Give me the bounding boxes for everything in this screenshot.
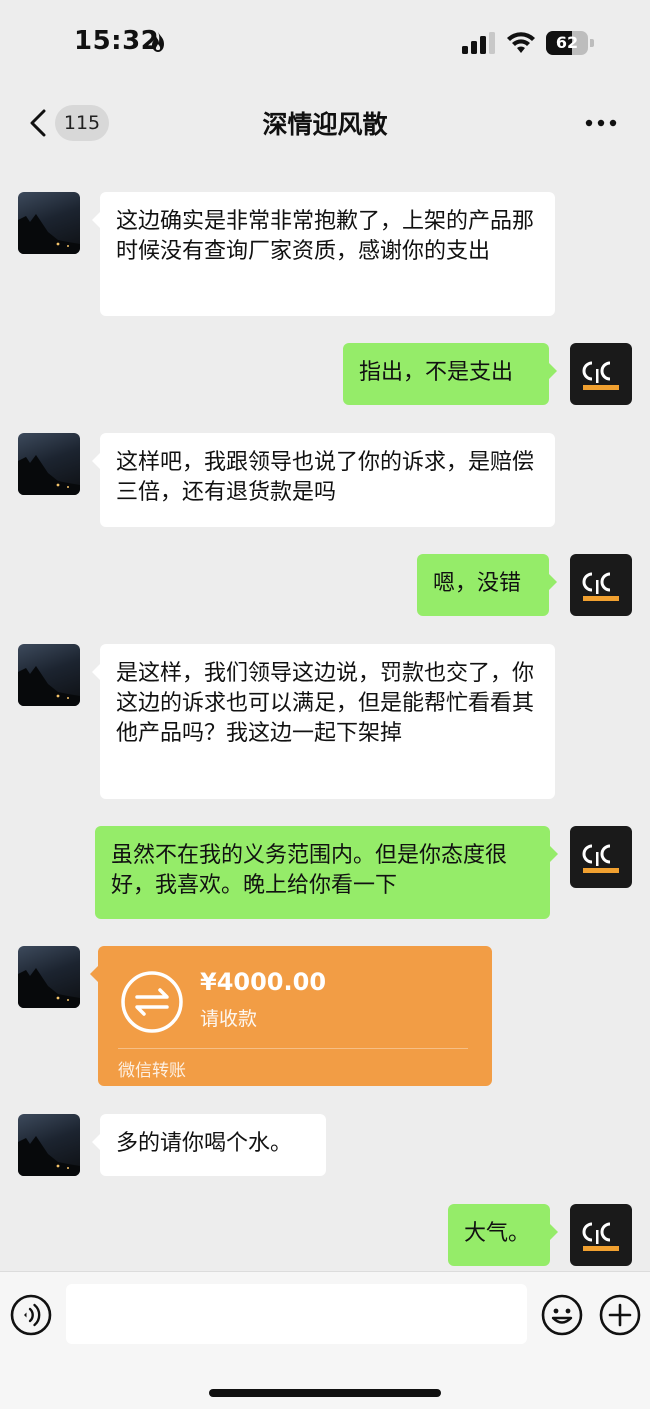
transfer-amount: ¥4000.00: [200, 968, 327, 996]
contact-avatar[interactable]: [18, 433, 80, 495]
input-bar: [0, 1271, 650, 1409]
transfer-label: 微信转账: [118, 1061, 186, 1081]
plus-icon[interactable]: [599, 1294, 641, 1336]
battery-icon: 62: [546, 31, 594, 55]
message-bubble[interactable]: 这边确实是非常非常抱歉了，上架的产品那时候没有查询厂家资质，感谢你的支出: [92, 192, 555, 316]
transfer-status: 请收款: [200, 1008, 258, 1030]
message-bubble[interactable]: 嗯，没错: [417, 554, 557, 616]
contact-avatar[interactable]: [18, 946, 80, 1008]
message-bubble[interactable]: 虽然不在我的义务范围内。但是你态度很好，我喜欢。晚上给你看一下: [95, 826, 558, 919]
message-bubble[interactable]: 大气。: [448, 1204, 558, 1266]
transfer-card[interactable]: ¥4000.00 请收款 微信转账: [90, 946, 492, 1086]
contact-avatar[interactable]: [18, 644, 80, 706]
message-bubble[interactable]: 指出，不是支出: [343, 343, 557, 405]
more-icon[interactable]: [584, 110, 618, 136]
status-time: 15:32: [74, 26, 160, 56]
message-bubble[interactable]: 是这样，我们领导这边说，罚款也交了，你这边的诉求也可以满足，但是能帮忙看看其他产…: [92, 644, 555, 799]
message-bubble[interactable]: 这样吧，我跟领导也说了你的诉求，是赔偿三倍，还有退货款是吗: [92, 433, 555, 527]
signal-icon: [462, 32, 495, 54]
status-bar: 15:32 62: [0, 0, 650, 90]
emoji-icon[interactable]: [541, 1294, 583, 1336]
self-avatar[interactable]: [570, 554, 632, 616]
flame-icon: [152, 32, 164, 52]
transfer-icon: [121, 971, 183, 1033]
contact-avatar[interactable]: [18, 1114, 80, 1176]
voice-icon[interactable]: [10, 1294, 52, 1336]
wifi-icon: [507, 32, 535, 53]
message-bubble[interactable]: 多的请你喝个水。: [92, 1114, 326, 1176]
contact-avatar[interactable]: [18, 192, 80, 254]
message-list: 这边确实是非常非常抱歉了，上架的产品那时候没有查询厂家资质，感谢你的支出 指出，…: [0, 170, 650, 1270]
home-indicator: [209, 1389, 441, 1397]
chat-title: 深情迎风散: [262, 110, 388, 139]
self-avatar[interactable]: [570, 1204, 632, 1266]
message-input[interactable]: [66, 1284, 527, 1344]
divider: [118, 1048, 468, 1049]
self-avatar[interactable]: [570, 343, 632, 405]
battery-level: 62: [555, 33, 579, 52]
self-avatar[interactable]: [570, 826, 632, 888]
chat-header: 115 深情迎风散: [0, 92, 650, 154]
